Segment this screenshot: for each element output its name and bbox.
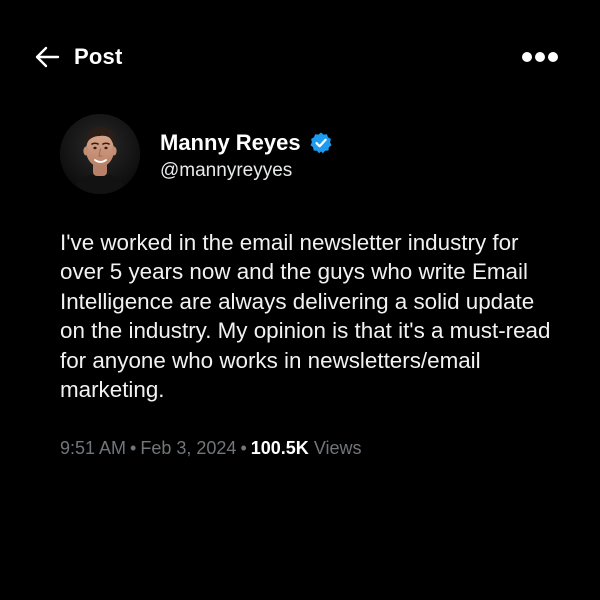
post-time[interactable]: 9:51 AM — [60, 438, 126, 458]
post-header: Post — [0, 0, 600, 112]
meta-separator: • — [130, 438, 137, 458]
meta-separator: • — [240, 438, 247, 458]
post-text: I've worked in the email newsletter indu… — [60, 230, 551, 403]
author-name-row: Manny Reyes — [160, 128, 333, 158]
more-options-button[interactable] — [518, 42, 562, 72]
verified-badge-icon — [309, 131, 333, 155]
back-button[interactable] — [32, 42, 62, 72]
author-name[interactable]: Manny Reyes — [160, 128, 301, 158]
avatar[interactable] — [60, 114, 140, 194]
views-count: 100.5K — [250, 438, 309, 458]
post-meta: 9:51 AM • Feb 3, 2024 • 100.5K Views — [60, 435, 560, 461]
author-handle[interactable]: @mannyreyyes — [160, 158, 292, 184]
views-label: Views — [313, 438, 362, 458]
more-horizontal-icon — [522, 52, 558, 62]
arrow-left-icon — [35, 46, 60, 68]
post-date[interactable]: Feb 3, 2024 — [140, 438, 236, 458]
avatar-photo — [60, 114, 140, 194]
author-block: Manny Reyes @mannyreyyes — [60, 114, 540, 198]
page-title: Post — [74, 44, 123, 69]
